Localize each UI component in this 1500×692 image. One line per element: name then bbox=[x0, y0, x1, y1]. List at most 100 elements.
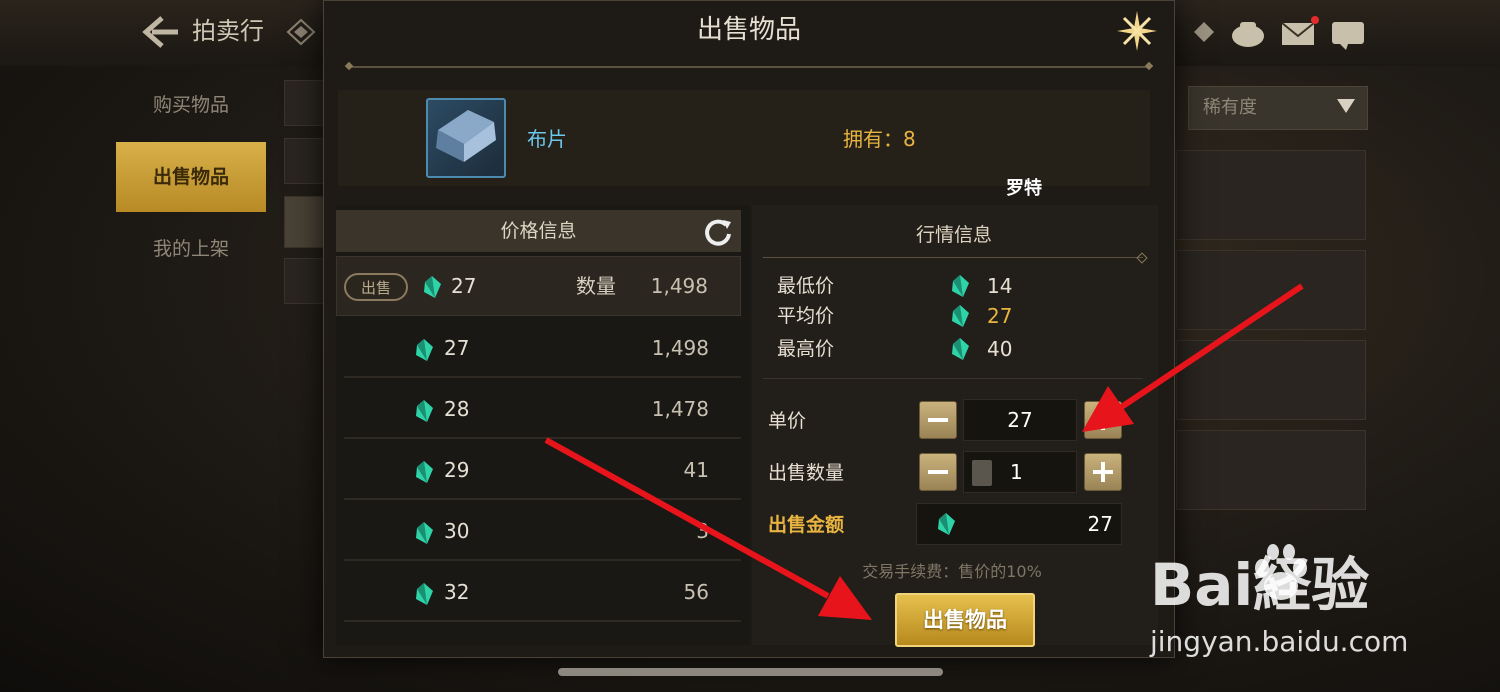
price-value: 27 bbox=[444, 336, 470, 360]
currency-icon bbox=[1194, 22, 1214, 42]
watermark-url: jingyan.baidu.com bbox=[1150, 625, 1409, 658]
row-divider bbox=[344, 620, 741, 622]
sell-quantity-label: 出售数量 bbox=[768, 462, 845, 484]
sidebar-item-label: 购买物品 bbox=[152, 94, 229, 116]
refresh-icon[interactable] bbox=[702, 216, 734, 248]
gem-icon bbox=[938, 513, 955, 535]
price-row[interactable]: 28 1,478 bbox=[336, 379, 741, 439]
mail-icon bbox=[1281, 16, 1319, 45]
home-indicator[interactable] bbox=[558, 668, 943, 676]
minus-icon bbox=[928, 470, 948, 474]
sell-tag-button[interactable]: 出售 bbox=[344, 273, 408, 301]
quantity-label: 数量 bbox=[576, 274, 616, 298]
sidebar-item-label: 我的上架 bbox=[152, 238, 229, 260]
calculator-icon[interactable] bbox=[972, 460, 992, 486]
price-row[interactable]: 27 1,498 bbox=[336, 318, 741, 378]
server-name: 罗特 bbox=[1006, 178, 1042, 199]
gem-icon bbox=[424, 276, 441, 298]
gem-icon bbox=[416, 400, 433, 422]
quantity-value: 41 bbox=[683, 458, 709, 482]
sell-total-value: 27 bbox=[1087, 512, 1113, 536]
sidebar: 购买物品 出售物品 我的上架 bbox=[116, 70, 268, 300]
avg-price-value: 27 bbox=[987, 304, 1013, 328]
fee-note: 交易手续费：售价的10% bbox=[862, 562, 1042, 581]
sell-total-field: 27 bbox=[916, 503, 1122, 545]
price-row[interactable]: 出售 27 数量 1,498 bbox=[336, 256, 741, 316]
dialog-title: 出售物品 bbox=[696, 15, 801, 45]
background-listing bbox=[1176, 430, 1366, 510]
gem-icon bbox=[416, 583, 433, 605]
background-slot bbox=[284, 258, 324, 304]
background-listing bbox=[1176, 250, 1366, 330]
watermark-brand: Bai経验 bbox=[1150, 551, 1370, 619]
cloth-icon bbox=[436, 110, 496, 162]
top-right-icons bbox=[1194, 16, 1364, 50]
unit-price-decrease-button[interactable] bbox=[919, 401, 957, 439]
plus-icon bbox=[1101, 462, 1105, 482]
unit-price-label: 单价 bbox=[768, 410, 807, 432]
sidebar-item-label: 出售物品 bbox=[152, 166, 229, 188]
quantity-value: 56 bbox=[683, 580, 709, 604]
background-listing bbox=[1176, 150, 1366, 240]
avg-price-label: 平均价 bbox=[777, 305, 835, 327]
sort-select[interactable]: 稀有度 bbox=[1188, 86, 1368, 130]
row-divider bbox=[344, 498, 741, 500]
price-row[interactable]: 30 3 bbox=[336, 501, 741, 561]
price-value: 30 bbox=[444, 519, 470, 543]
item-name: 布片 bbox=[527, 127, 567, 151]
chat-icon bbox=[1332, 22, 1364, 50]
row-divider bbox=[344, 559, 741, 561]
owned-count: 8 bbox=[903, 127, 916, 151]
background-listing bbox=[1176, 340, 1366, 420]
row-divider bbox=[344, 437, 741, 439]
gem-icon bbox=[952, 275, 969, 297]
sidebar-item-sell[interactable]: 出售物品 bbox=[116, 142, 266, 212]
background-slot bbox=[284, 80, 324, 126]
quantity-increase-button[interactable] bbox=[1084, 453, 1122, 491]
max-price-value: 40 bbox=[987, 337, 1013, 361]
gem-icon bbox=[416, 461, 433, 483]
price-value: 27 bbox=[451, 274, 477, 298]
quantity-value: 1,498 bbox=[650, 274, 708, 298]
unit-price-increase-button[interactable] bbox=[1084, 401, 1122, 439]
price-value: 29 bbox=[444, 458, 470, 482]
market-divider-bottom bbox=[763, 378, 1143, 379]
market-divider bbox=[763, 257, 1143, 258]
chevron-down-icon bbox=[1337, 99, 1355, 113]
price-value: 32 bbox=[444, 580, 470, 604]
back-arrow-icon[interactable] bbox=[140, 14, 180, 50]
min-price-value: 14 bbox=[987, 274, 1013, 298]
gem-icon bbox=[952, 338, 969, 360]
market-info-header: 行情信息 bbox=[915, 224, 992, 246]
quantity-value: 3 bbox=[696, 519, 709, 543]
row-divider bbox=[344, 376, 741, 378]
auction-emblem-icon bbox=[286, 18, 316, 46]
owned-label: 拥有： bbox=[843, 127, 903, 151]
quantity-decrease-button[interactable] bbox=[919, 453, 957, 491]
page-title: 拍卖行 bbox=[192, 17, 264, 45]
sidebar-item-buy[interactable]: 购买物品 bbox=[116, 70, 266, 140]
sell-item-button[interactable]: 出售物品 bbox=[895, 593, 1035, 647]
background-slot bbox=[284, 138, 324, 184]
price-row[interactable]: 29 41 bbox=[336, 440, 741, 500]
max-price-label: 最高价 bbox=[777, 338, 835, 360]
price-row[interactable]: 32 56 bbox=[336, 562, 741, 622]
quantity-value: 1,498 bbox=[651, 336, 709, 360]
gem-icon bbox=[416, 522, 433, 544]
gem-icon bbox=[952, 305, 969, 327]
min-price-label: 最低价 bbox=[777, 275, 835, 297]
shop-icon bbox=[1232, 22, 1264, 47]
price-value: 28 bbox=[444, 397, 470, 421]
baidu-watermark: Bai経验 jingyan.baidu.com bbox=[1150, 540, 1500, 680]
quantity-value: 1 bbox=[1010, 460, 1023, 484]
background-slot bbox=[284, 196, 324, 248]
item-thumbnail[interactable] bbox=[426, 98, 506, 178]
quantity-value: 1,478 bbox=[651, 397, 709, 421]
price-info-header: 价格信息 bbox=[336, 210, 741, 252]
sidebar-item-my-listings[interactable]: 我的上架 bbox=[116, 214, 266, 284]
minus-icon bbox=[928, 418, 948, 422]
title-divider bbox=[348, 66, 1150, 68]
quantity-input[interactable]: 1 bbox=[963, 451, 1077, 493]
close-icon[interactable] bbox=[1112, 6, 1162, 56]
unit-price-input[interactable]: 27 bbox=[963, 399, 1077, 441]
